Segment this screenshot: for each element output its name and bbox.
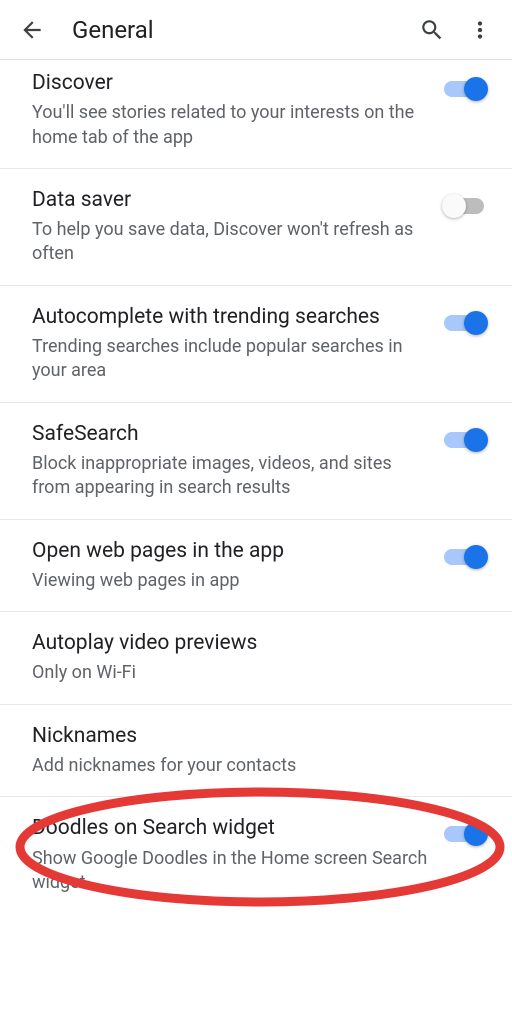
- toggle-thumb: [464, 545, 488, 569]
- setting-text: Open web pages in the app Viewing web pa…: [32, 538, 444, 594]
- setting-desc: To help you save data, Discover won't re…: [32, 218, 428, 267]
- more-vert-icon: [467, 17, 493, 43]
- setting-autocomplete-trending[interactable]: Autocomplete with trending searches Tren…: [0, 286, 512, 403]
- setting-title: Data saver: [32, 187, 428, 214]
- toggle-discover[interactable]: [444, 76, 488, 100]
- setting-autoplay-previews[interactable]: Autoplay video previews Only on Wi-Fi: [0, 612, 512, 705]
- setting-text: SafeSearch Block inappropriate images, v…: [32, 421, 444, 501]
- setting-discover[interactable]: Discover You'll see stories related to y…: [0, 60, 512, 169]
- setting-text: Doodles on Search widget Show Google Doo…: [32, 815, 444, 895]
- toggle-thumb: [442, 194, 466, 218]
- setting-text: Autoplay video previews Only on Wi-Fi: [32, 630, 488, 686]
- toggle-thumb: [464, 77, 488, 101]
- more-options-button[interactable]: [456, 6, 504, 54]
- setting-text: Nicknames Add nicknames for your contact…: [32, 723, 488, 779]
- toggle-thumb: [464, 822, 488, 846]
- setting-title: Discover: [32, 70, 428, 97]
- search-icon: [419, 17, 445, 43]
- toggle-doodles-search-widget[interactable]: [444, 821, 488, 845]
- setting-data-saver[interactable]: Data saver To help you save data, Discov…: [0, 169, 512, 286]
- setting-desc: Show Google Doodles in the Home screen S…: [32, 847, 428, 896]
- setting-open-web-pages[interactable]: Open web pages in the app Viewing web pa…: [0, 520, 512, 613]
- setting-desc: You'll see stories related to your inter…: [32, 101, 428, 150]
- setting-title: SafeSearch: [32, 421, 428, 448]
- toggle-data-saver[interactable]: [444, 193, 488, 217]
- setting-safesearch[interactable]: SafeSearch Block inappropriate images, v…: [0, 403, 512, 520]
- setting-title: Nicknames: [32, 723, 472, 750]
- search-button[interactable]: [408, 6, 456, 54]
- setting-doodles-search-widget[interactable]: Doodles on Search widget Show Google Doo…: [0, 797, 512, 913]
- setting-desc: Trending searches include popular search…: [32, 335, 428, 384]
- setting-desc: Block inappropriate images, videos, and …: [32, 452, 428, 501]
- arrow-back-icon: [19, 17, 45, 43]
- toggle-thumb: [464, 428, 488, 452]
- setting-title: Autoplay video previews: [32, 630, 472, 657]
- settings-list: Discover You'll see stories related to y…: [0, 60, 512, 913]
- app-header: General: [0, 0, 512, 60]
- toggle-open-web-pages[interactable]: [444, 544, 488, 568]
- setting-text: Data saver To help you save data, Discov…: [32, 187, 444, 267]
- setting-title: Autocomplete with trending searches: [32, 304, 428, 331]
- setting-desc: Viewing web pages in app: [32, 569, 428, 593]
- setting-text: Autocomplete with trending searches Tren…: [32, 304, 444, 384]
- setting-title: Doodles on Search widget: [32, 815, 428, 842]
- toggle-thumb: [464, 311, 488, 335]
- back-button[interactable]: [8, 6, 56, 54]
- setting-text: Discover You'll see stories related to y…: [32, 70, 444, 150]
- toggle-autocomplete-trending[interactable]: [444, 310, 488, 334]
- toggle-safesearch[interactable]: [444, 427, 488, 451]
- setting-desc: Add nicknames for your contacts: [32, 754, 472, 778]
- page-title: General: [72, 16, 408, 44]
- setting-nicknames[interactable]: Nicknames Add nicknames for your contact…: [0, 705, 512, 798]
- setting-title: Open web pages in the app: [32, 538, 428, 565]
- setting-desc: Only on Wi-Fi: [32, 661, 472, 685]
